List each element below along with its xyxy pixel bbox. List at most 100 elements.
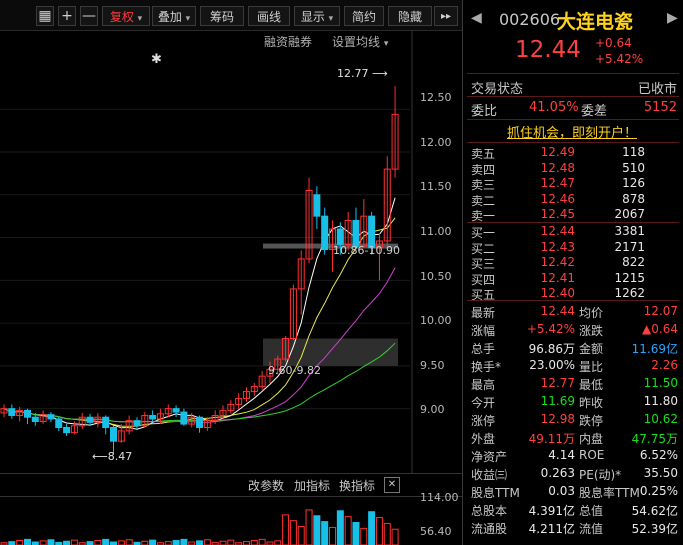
volume-bar bbox=[375, 517, 383, 545]
stat-row: 换手* 23.00% 量比 2.26 bbox=[471, 358, 678, 375]
simple-button[interactable]: 简约 bbox=[344, 6, 384, 26]
chevron-down-icon: ▾ bbox=[137, 14, 143, 24]
prev-stock-icon[interactable]: ◀ bbox=[471, 10, 482, 26]
candle-body bbox=[133, 420, 141, 427]
fuquan-dropdown[interactable]: 复权 ▾ bbox=[102, 6, 150, 26]
chips-button[interactable]: 筹码 bbox=[200, 6, 244, 26]
stat-label: 涨停 bbox=[471, 414, 496, 428]
order-row: 买一 12.44 3381 bbox=[471, 224, 677, 241]
stat-label: 涨幅 bbox=[471, 324, 496, 338]
order-price: 12.49 bbox=[540, 145, 575, 159]
stat-row: 涨幅 +5.42% 涨跌 ▲0.64 bbox=[471, 322, 678, 339]
stat-label: 均价 bbox=[579, 306, 604, 320]
stat-row: 股息TTM 0.03 股息率TTM 0.25% bbox=[471, 484, 678, 501]
stat-label: 流值 bbox=[579, 522, 604, 536]
hide-button[interactable]: 隐藏 bbox=[388, 6, 432, 26]
draw-line-button[interactable]: 画线 bbox=[248, 6, 290, 26]
order-level: 卖五 bbox=[471, 147, 496, 161]
stat-label: 外盘 bbox=[471, 432, 496, 446]
stat-value: 0.25% bbox=[639, 484, 678, 498]
chevron-down-icon: ▾ bbox=[328, 14, 334, 24]
stat-value: 0.03 bbox=[548, 484, 575, 498]
overlay-label: 叠加 bbox=[157, 10, 182, 24]
order-price: 12.47 bbox=[540, 176, 575, 190]
volume-bar bbox=[336, 510, 344, 545]
stat-value: 11.80 bbox=[643, 394, 678, 408]
stat-value: 0.263 bbox=[540, 466, 575, 480]
volume-bar bbox=[8, 541, 16, 545]
volume-bar bbox=[94, 540, 102, 545]
stat-value: 54.62亿 bbox=[631, 504, 678, 518]
order-row: 买四 12.41 1215 bbox=[471, 271, 677, 288]
volume-bar bbox=[164, 541, 172, 545]
stat-row: 总手 96.86万 金额 11.69亿 bbox=[471, 340, 678, 357]
high-value: 12.77 bbox=[337, 67, 369, 80]
volume-bar bbox=[329, 526, 337, 545]
stat-value: 11.50 bbox=[643, 376, 678, 390]
y-axis-label: 10.00 bbox=[420, 314, 452, 327]
volume-bar bbox=[297, 526, 305, 545]
display-label: 显示 bbox=[300, 10, 325, 24]
close-indicator-icon[interactable]: ✕ bbox=[384, 477, 400, 493]
chip-zone bbox=[263, 338, 398, 366]
more-button[interactable]: ▸▸ bbox=[434, 6, 458, 26]
order-volume: 126 bbox=[622, 176, 645, 190]
next-stock-icon[interactable]: ▶ bbox=[667, 10, 678, 26]
divider bbox=[467, 142, 679, 143]
order-row: 卖三 12.47 126 bbox=[471, 176, 677, 193]
order-level: 买二 bbox=[471, 241, 496, 256]
order-volume: 1215 bbox=[614, 270, 645, 285]
volume-bar bbox=[70, 539, 78, 545]
zoom-out-button[interactable]: — bbox=[80, 6, 98, 26]
swap-indicator-button[interactable]: 换指标 bbox=[339, 477, 375, 494]
display-dropdown[interactable]: 显示 ▾ bbox=[294, 6, 340, 26]
order-volume: 822 bbox=[622, 255, 645, 269]
volume-bar bbox=[305, 509, 313, 545]
candle-body bbox=[31, 416, 39, 423]
stat-row: 总股本 4.391亿 总值 54.62亿 bbox=[471, 502, 678, 519]
stat-label: PE(动)* bbox=[579, 468, 622, 482]
volume-bar bbox=[125, 539, 133, 545]
change-params-button[interactable]: 改参数 bbox=[248, 477, 284, 494]
stat-label: 量比 bbox=[579, 360, 604, 374]
stat-label: 跌停 bbox=[579, 414, 604, 428]
stat-value: 4.211亿 bbox=[528, 522, 575, 536]
volume-bar bbox=[23, 538, 31, 545]
stat-label: 总股本 bbox=[471, 504, 508, 518]
volume-bar bbox=[227, 539, 235, 545]
open-account-link[interactable]: 抓住机会，即刻开户！ bbox=[507, 122, 637, 141]
weibi-value: 41.05% bbox=[529, 100, 579, 115]
grid-icon[interactable]: ▦ bbox=[36, 6, 54, 26]
order-level: 卖三 bbox=[471, 178, 496, 192]
stat-label: 流通股 bbox=[471, 522, 508, 536]
stat-value: 11.69亿 bbox=[631, 342, 678, 356]
weibi-label: 委比 bbox=[471, 104, 498, 119]
stat-value: 12.07 bbox=[643, 304, 678, 318]
kline-chart-area[interactable]: 融资融券 设置均线 ▾ ✱ 12.50 12.00 11.50 11.00 10.50 1… bbox=[0, 30, 462, 545]
candle-body bbox=[8, 408, 16, 417]
order-price: 12.45 bbox=[540, 207, 575, 221]
stat-label: 昨收 bbox=[579, 396, 604, 410]
y-axis-label: 11.50 bbox=[420, 180, 452, 193]
overlay-dropdown[interactable]: 叠加 ▾ bbox=[152, 6, 196, 26]
kline-svg bbox=[0, 30, 413, 545]
y-axis-label: 9.00 bbox=[420, 403, 445, 416]
order-volume: 2171 bbox=[614, 239, 645, 254]
stat-label: 涨跌 bbox=[579, 324, 604, 338]
volume-bar bbox=[86, 541, 94, 545]
volume-bar bbox=[289, 520, 297, 545]
order-row: 卖四 12.48 510 bbox=[471, 161, 677, 178]
volume-bar bbox=[274, 540, 282, 545]
candle-body bbox=[55, 418, 63, 428]
stat-value: 10.62 bbox=[643, 412, 678, 426]
volume-bar bbox=[250, 540, 258, 545]
stat-label: 今开 bbox=[471, 396, 496, 410]
add-indicator-button[interactable]: 加指标 bbox=[294, 477, 330, 494]
candle-body bbox=[180, 411, 188, 425]
zoom-in-button[interactable]: + bbox=[58, 6, 76, 26]
volume-bar bbox=[360, 527, 368, 545]
volume-bar bbox=[282, 514, 290, 545]
stat-label: 最高 bbox=[471, 378, 496, 392]
volume-bar bbox=[141, 540, 149, 545]
divider bbox=[467, 222, 679, 223]
